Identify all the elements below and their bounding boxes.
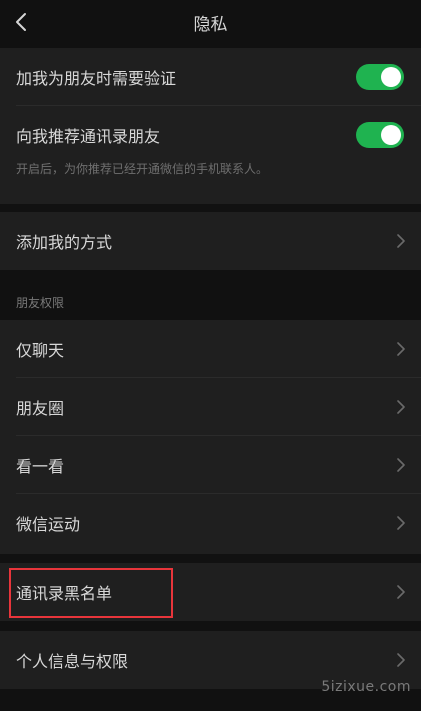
add-friend-verify-toggle[interactable]	[356, 64, 404, 90]
recommend-contacts-toggle[interactable]	[356, 122, 404, 148]
friend-permissions-group: 仅聊天 朋友圈 看一看 微信运动	[0, 320, 421, 554]
add-me-ways-row[interactable]: 添加我的方式	[0, 212, 421, 270]
chevron-right-icon	[397, 458, 405, 472]
highlight-box	[9, 568, 173, 618]
chevron-right-icon	[397, 516, 405, 530]
add-friend-verify-row[interactable]: 加我为朋友时需要验证	[0, 48, 421, 106]
personal-info-label: 个人信息与权限	[16, 652, 129, 671]
page-title: 隐私	[193, 15, 228, 35]
chevron-right-icon	[397, 585, 405, 599]
toggle-knob	[381, 67, 401, 87]
recommend-contacts-row[interactable]: 向我推荐通讯录朋友	[0, 106, 421, 164]
chevron-right-icon	[397, 653, 405, 667]
permission-item-label: 看一看	[16, 457, 65, 476]
watermark: 5izixue.com	[321, 679, 411, 695]
friend-permissions-header: 朋友权限	[16, 296, 65, 310]
recommend-hint: 开启后，为你推荐已经开通微信的手机联系人。	[16, 162, 269, 176]
permission-item-werun[interactable]: 微信运动	[0, 494, 421, 552]
add-friend-verify-label: 加我为朋友时需要验证	[16, 69, 177, 88]
verification-group: 加我为朋友时需要验证 向我推荐通讯录朋友 开启后，为你推荐已经开通微信的手机联系…	[0, 48, 421, 204]
navigation-bar: 隐私	[0, 0, 421, 46]
recommend-contacts-label: 向我推荐通讯录朋友	[16, 127, 161, 146]
permission-item-label: 朋友圈	[16, 399, 65, 418]
add-me-ways-label: 添加我的方式	[16, 233, 113, 252]
permission-item-label: 微信运动	[16, 515, 81, 534]
chevron-right-icon	[397, 234, 405, 248]
chevron-right-icon	[397, 400, 405, 414]
permission-item-top-stories[interactable]: 看一看	[0, 436, 421, 494]
permission-item-chat-only[interactable]: 仅聊天	[0, 320, 421, 378]
permission-item-label: 仅聊天	[16, 341, 65, 360]
add-me-ways-group: 添加我的方式	[0, 212, 421, 270]
chevron-right-icon	[397, 342, 405, 356]
permission-item-moments[interactable]: 朋友圈	[0, 378, 421, 436]
toggle-knob	[381, 125, 401, 145]
